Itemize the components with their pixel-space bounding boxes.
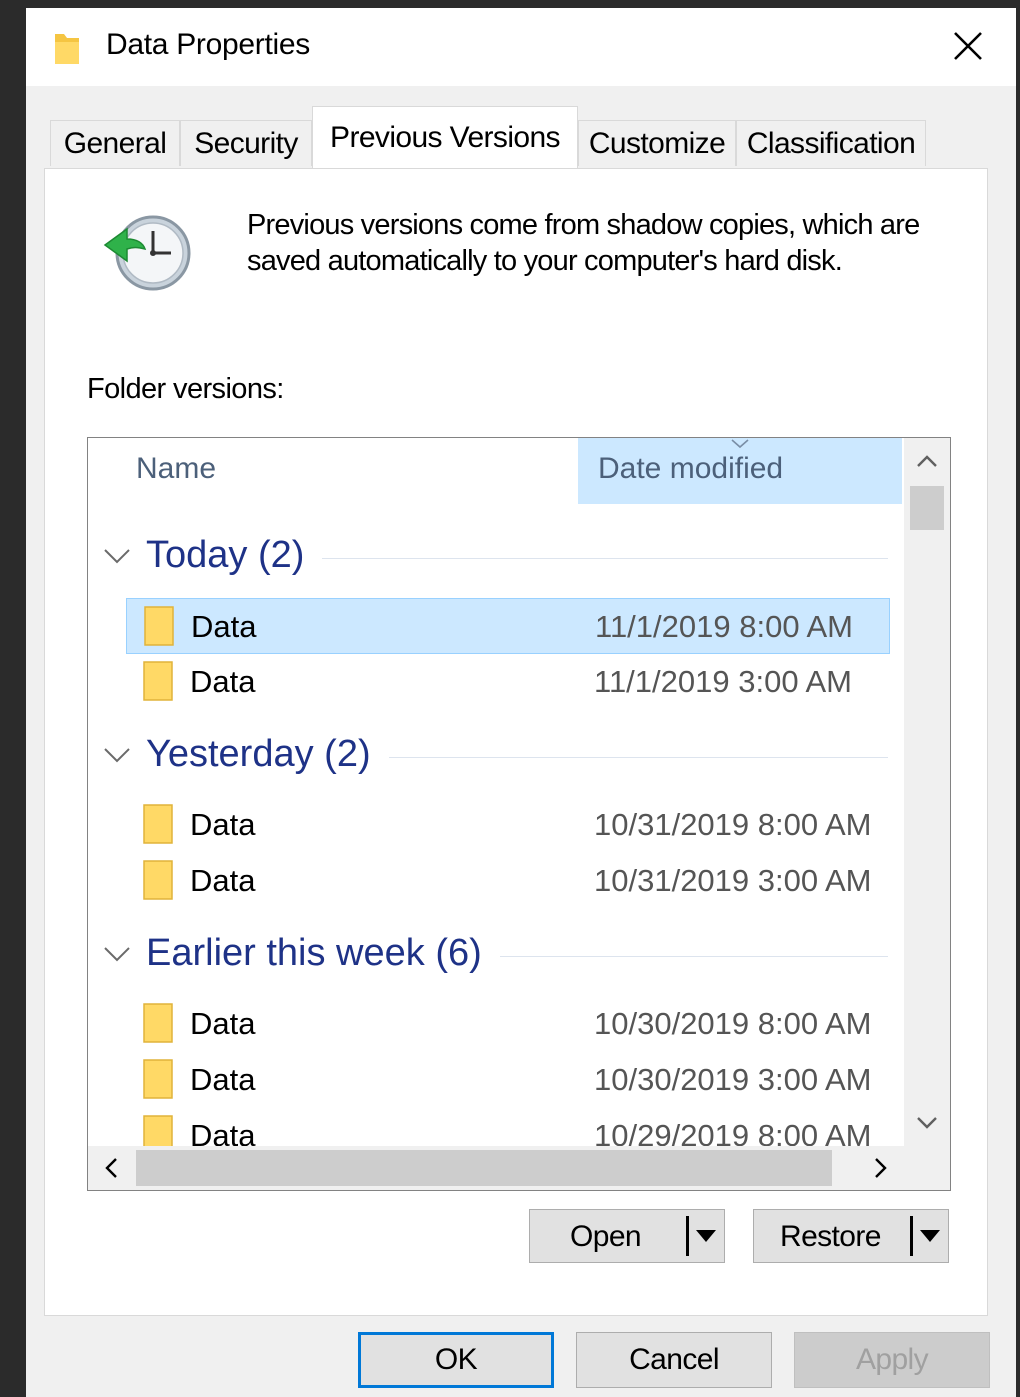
item-date: 10/31/2019 8:00 AM [594, 807, 872, 842]
list-item[interactable]: Data 11/1/2019 8:00 AM [126, 598, 890, 654]
horizontal-scrollbar[interactable] [88, 1146, 950, 1190]
group-title: Yesterday (2) [146, 733, 389, 776]
item-name: Data [190, 807, 256, 842]
scroll-up-button[interactable] [904, 438, 950, 484]
restore-clock-icon [103, 215, 191, 291]
close-icon [954, 32, 982, 60]
list-item[interactable]: Data 10/31/2019 3:00 AM [126, 853, 890, 909]
column-header-date-label: Date modified [598, 452, 784, 485]
group-header-today[interactable]: Today (2) [102, 534, 888, 582]
tab-customize[interactable]: Customize [578, 120, 736, 166]
folder-icon [144, 606, 174, 646]
scroll-right-button[interactable] [858, 1146, 904, 1190]
chevron-down-icon[interactable] [102, 944, 132, 964]
folder-icon [55, 34, 79, 64]
item-name: Data [190, 1062, 256, 1097]
tab-strip: General Security Previous Versions Custo… [46, 106, 1006, 170]
restore-button-label: Restore [780, 1220, 881, 1253]
tab-security[interactable]: Security [180, 120, 312, 166]
item-date: 11/1/2019 8:00 AM [595, 609, 853, 644]
tab-general[interactable]: General [50, 120, 180, 166]
cancel-button[interactable]: Cancel [576, 1332, 772, 1388]
folder-versions-label: Folder versions: [87, 373, 284, 405]
vertical-scrollbar[interactable] [904, 438, 950, 1146]
apply-button[interactable]: Apply [794, 1332, 990, 1388]
item-name: Data [190, 664, 256, 699]
group-header-earlier-this-week[interactable]: Earlier this week (6) [102, 932, 888, 980]
window-title: Data Properties [106, 28, 310, 61]
chevron-down-icon[interactable] [102, 745, 132, 765]
item-date: 10/31/2019 3:00 AM [594, 863, 872, 898]
dropdown-arrow-icon[interactable] [920, 1230, 940, 1242]
chevron-up-icon [917, 455, 937, 467]
item-name: Data [190, 1006, 256, 1041]
group-title: Earlier this week (6) [146, 932, 500, 975]
list-item[interactable]: Data 10/30/2019 3:00 AM [126, 1052, 890, 1108]
tab-previous-versions[interactable]: Previous Versions [312, 106, 578, 168]
list-item[interactable]: Data 11/1/2019 3:00 AM [126, 654, 890, 710]
restore-split-button[interactable]: Restore [753, 1209, 949, 1263]
chevron-left-icon [105, 1158, 117, 1178]
folder-icon [143, 860, 173, 900]
list-item[interactable]: Data 10/31/2019 8:00 AM [126, 797, 890, 853]
horizontal-scroll-thumb[interactable] [136, 1150, 832, 1186]
dropdown-arrow-icon[interactable] [696, 1230, 716, 1242]
split-divider [910, 1216, 913, 1256]
open-split-button[interactable]: Open [529, 1209, 725, 1263]
split-divider [686, 1216, 689, 1256]
folder-icon [143, 661, 173, 701]
vertical-scroll-thumb[interactable] [910, 486, 944, 530]
chevron-down-icon[interactable] [102, 546, 132, 566]
tab-classification[interactable]: Classification [736, 120, 926, 166]
previous-versions-panel: Previous versions come from shadow copie… [44, 168, 988, 1316]
open-button-label: Open [570, 1220, 642, 1253]
item-name: Data [191, 609, 257, 644]
column-header-date-modified[interactable]: Date modified [578, 438, 902, 504]
sort-descending-icon [731, 439, 749, 449]
group-header-yesterday[interactable]: Yesterday (2) [102, 733, 888, 781]
group-title: Today (2) [146, 534, 323, 577]
chevron-down-icon [917, 1117, 937, 1129]
item-date: 11/1/2019 3:00 AM [594, 664, 852, 699]
scroll-down-button[interactable] [904, 1100, 950, 1146]
item-date: 10/30/2019 3:00 AM [594, 1062, 872, 1097]
column-header-name[interactable]: Name [136, 452, 216, 486]
folder-icon [143, 804, 173, 844]
folder-icon [143, 1003, 173, 1043]
ok-button[interactable]: OK [358, 1332, 554, 1388]
list-item[interactable]: Data 10/30/2019 8:00 AM [126, 996, 890, 1052]
folder-icon [143, 1059, 173, 1099]
scrollbar-corner [904, 1146, 950, 1190]
close-button[interactable] [940, 18, 996, 74]
scroll-left-button[interactable] [88, 1146, 134, 1190]
item-date: 10/30/2019 8:00 AM [594, 1006, 872, 1041]
title-bar: Data Properties [26, 8, 1016, 86]
chevron-right-icon [875, 1158, 887, 1178]
versions-list[interactable]: Name Date modified Today (2) Data 11/1/2… [87, 437, 951, 1191]
description-text: Previous versions come from shadow copie… [247, 209, 920, 277]
item-name: Data [190, 863, 256, 898]
properties-dialog: Data Properties General Security Previou… [26, 8, 1016, 1397]
